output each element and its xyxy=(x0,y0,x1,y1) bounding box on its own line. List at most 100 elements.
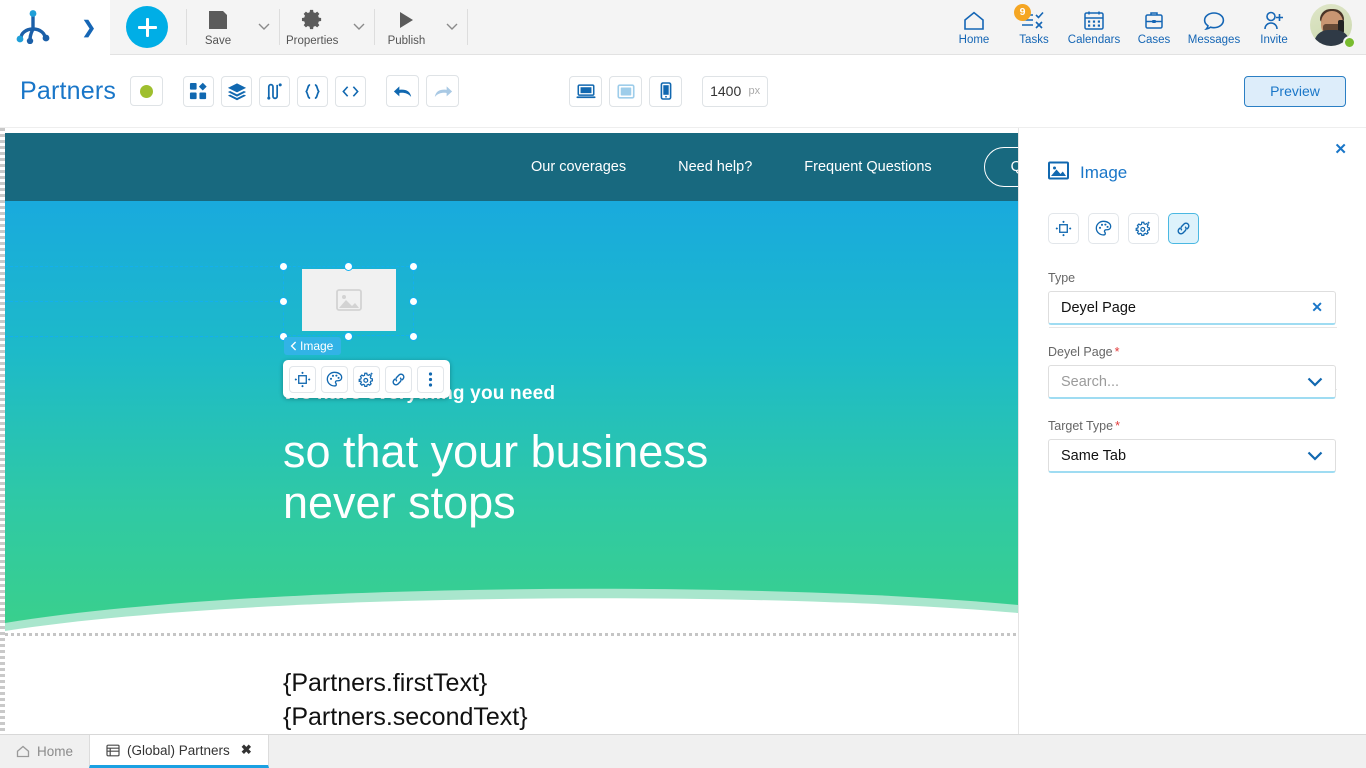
resize-handle-n[interactable] xyxy=(344,262,353,271)
undo-button[interactable] xyxy=(386,75,420,107)
variables-button[interactable] xyxy=(259,75,291,107)
components-grid-button[interactable] xyxy=(183,75,215,107)
panel-divider-top xyxy=(1049,327,1337,328)
panel-tab-layout[interactable] xyxy=(1048,213,1079,244)
panel-tab-settings[interactable] xyxy=(1128,213,1159,244)
canvas-width-value: 1400 xyxy=(710,83,742,99)
briefcase-icon xyxy=(1143,8,1165,31)
field-deyel-page-dropdown-toggle[interactable] xyxy=(1307,377,1323,387)
preview-button[interactable]: Preview xyxy=(1244,75,1346,107)
app-nav-group: Home 9 Tasks Calendars Cases Messages In… xyxy=(944,0,1366,55)
move-resize-icon xyxy=(294,371,311,387)
nav-invite[interactable]: Invite xyxy=(1244,0,1304,55)
panel-tab-style[interactable] xyxy=(1088,213,1119,244)
site-nav-link-help[interactable]: Need help? xyxy=(652,159,778,175)
status-indicator xyxy=(130,76,164,106)
canvas-area[interactable]: Our coverages Need help? Frequent Questi… xyxy=(0,128,1018,734)
layers-button[interactable] xyxy=(221,75,253,107)
float-link-button[interactable] xyxy=(385,365,412,393)
taskbar-tab-close-button[interactable]: ✖ xyxy=(241,742,252,758)
properties-label: Properties xyxy=(286,34,339,47)
field-deyel-page-select[interactable]: Search... xyxy=(1048,365,1336,399)
link-icon xyxy=(392,373,405,385)
device-mobile-button[interactable] xyxy=(649,75,683,107)
chevron-down-icon xyxy=(1307,451,1323,461)
field-target-type-label: Target Type * xyxy=(1048,419,1336,433)
float-more-button[interactable] xyxy=(417,365,444,393)
page-title: Partners xyxy=(20,76,117,105)
site-nav-link-faq[interactable]: Frequent Questions xyxy=(778,159,957,175)
code-button[interactable] xyxy=(335,75,367,107)
deyel-logo-icon[interactable] xyxy=(16,10,52,45)
resize-handle-s[interactable] xyxy=(344,332,353,341)
field-deyel-page: Deyel Page * Search... xyxy=(1048,345,1336,399)
chevron-left-icon xyxy=(290,341,297,351)
json-button[interactable] xyxy=(297,75,329,107)
nav-tasks[interactable]: 9 Tasks xyxy=(1004,0,1064,55)
close-x-icon: ✕ xyxy=(1311,299,1323,315)
properties-button[interactable]: Properties xyxy=(280,0,344,55)
field-type-input[interactable]: Deyel Page ✕ xyxy=(1048,291,1336,325)
panel-header: Image xyxy=(1048,161,1127,185)
properties-dropdown-toggle[interactable] xyxy=(344,0,374,55)
device-desktop-button[interactable] xyxy=(569,75,603,107)
panel-title: Image xyxy=(1080,163,1128,182)
resize-handle-nw[interactable] xyxy=(279,262,288,271)
components-grid-icon xyxy=(190,82,207,99)
undo-icon xyxy=(393,85,411,97)
field-type-clear[interactable]: ✕ xyxy=(1311,299,1323,316)
nav-messages[interactable]: Messages xyxy=(1184,0,1244,55)
float-style-button[interactable] xyxy=(321,365,348,393)
field-type-label: Type xyxy=(1048,271,1336,285)
panel-close-button[interactable]: ✕ xyxy=(1334,142,1347,157)
tasks-badge: 9 xyxy=(1014,3,1031,21)
resize-handle-w[interactable] xyxy=(279,297,288,306)
divider xyxy=(467,9,469,45)
editor-toolbar: Partners 1400 px Preview xyxy=(0,55,1366,128)
resize-handle-e[interactable] xyxy=(409,297,418,306)
panel-tab-group xyxy=(1048,213,1199,244)
mobile-icon xyxy=(660,82,671,100)
gear-icon xyxy=(301,8,324,32)
user-avatar[interactable] xyxy=(1310,4,1356,50)
move-resize-icon xyxy=(1055,220,1072,237)
canvas-width-unit: px xyxy=(748,85,761,97)
selection-box[interactable] xyxy=(283,266,414,336)
publish-dropdown-toggle[interactable] xyxy=(437,0,467,55)
chevron-right-icon[interactable]: ❯ xyxy=(82,19,96,36)
nav-calendars-label: Calendars xyxy=(1067,34,1121,46)
device-tablet-button[interactable] xyxy=(609,75,643,107)
add-button[interactable] xyxy=(126,6,168,48)
link-icon xyxy=(1177,222,1190,235)
selection-tag[interactable]: Image xyxy=(284,337,342,355)
canvas-width-input[interactable]: 1400 px xyxy=(702,75,769,107)
redo-button[interactable] xyxy=(426,75,460,107)
taskbar-tab-partners[interactable]: (Global) Partners ✖ xyxy=(89,735,269,768)
publish-button[interactable]: Publish xyxy=(375,0,437,55)
tablet-icon xyxy=(617,83,635,99)
panel-tab-link[interactable] xyxy=(1168,213,1199,244)
save-label: Save xyxy=(204,34,232,47)
float-settings-button[interactable] xyxy=(353,365,380,393)
nav-cases[interactable]: Cases xyxy=(1124,0,1184,55)
taskbar-tab-home[interactable]: Home xyxy=(0,735,89,768)
desktop-icon xyxy=(576,83,596,98)
site-nav-link-coverages[interactable]: Our coverages xyxy=(505,159,652,175)
palette-icon xyxy=(326,371,343,387)
resize-handle-se[interactable] xyxy=(409,332,418,341)
float-move-button[interactable] xyxy=(289,365,316,393)
layers-icon xyxy=(227,82,246,100)
save-dropdown-toggle[interactable] xyxy=(249,0,279,55)
field-target-type-dropdown-toggle[interactable] xyxy=(1307,451,1323,461)
palette-icon xyxy=(1095,220,1112,236)
field-target-type-select[interactable]: Same Tab xyxy=(1048,439,1336,473)
nav-home[interactable]: Home xyxy=(944,0,1004,55)
save-button[interactable]: Save xyxy=(187,0,249,55)
resize-handle-ne[interactable] xyxy=(409,262,418,271)
site-quote-button[interactable]: Quote xyxy=(983,147,1018,187)
nav-cases-label: Cases xyxy=(1137,34,1171,46)
hero-wave-decoration xyxy=(5,588,1018,633)
field-target-type-label-text: Target Type xyxy=(1048,419,1114,433)
chevron-down-icon xyxy=(446,23,458,30)
nav-calendars[interactable]: Calendars xyxy=(1064,0,1124,55)
